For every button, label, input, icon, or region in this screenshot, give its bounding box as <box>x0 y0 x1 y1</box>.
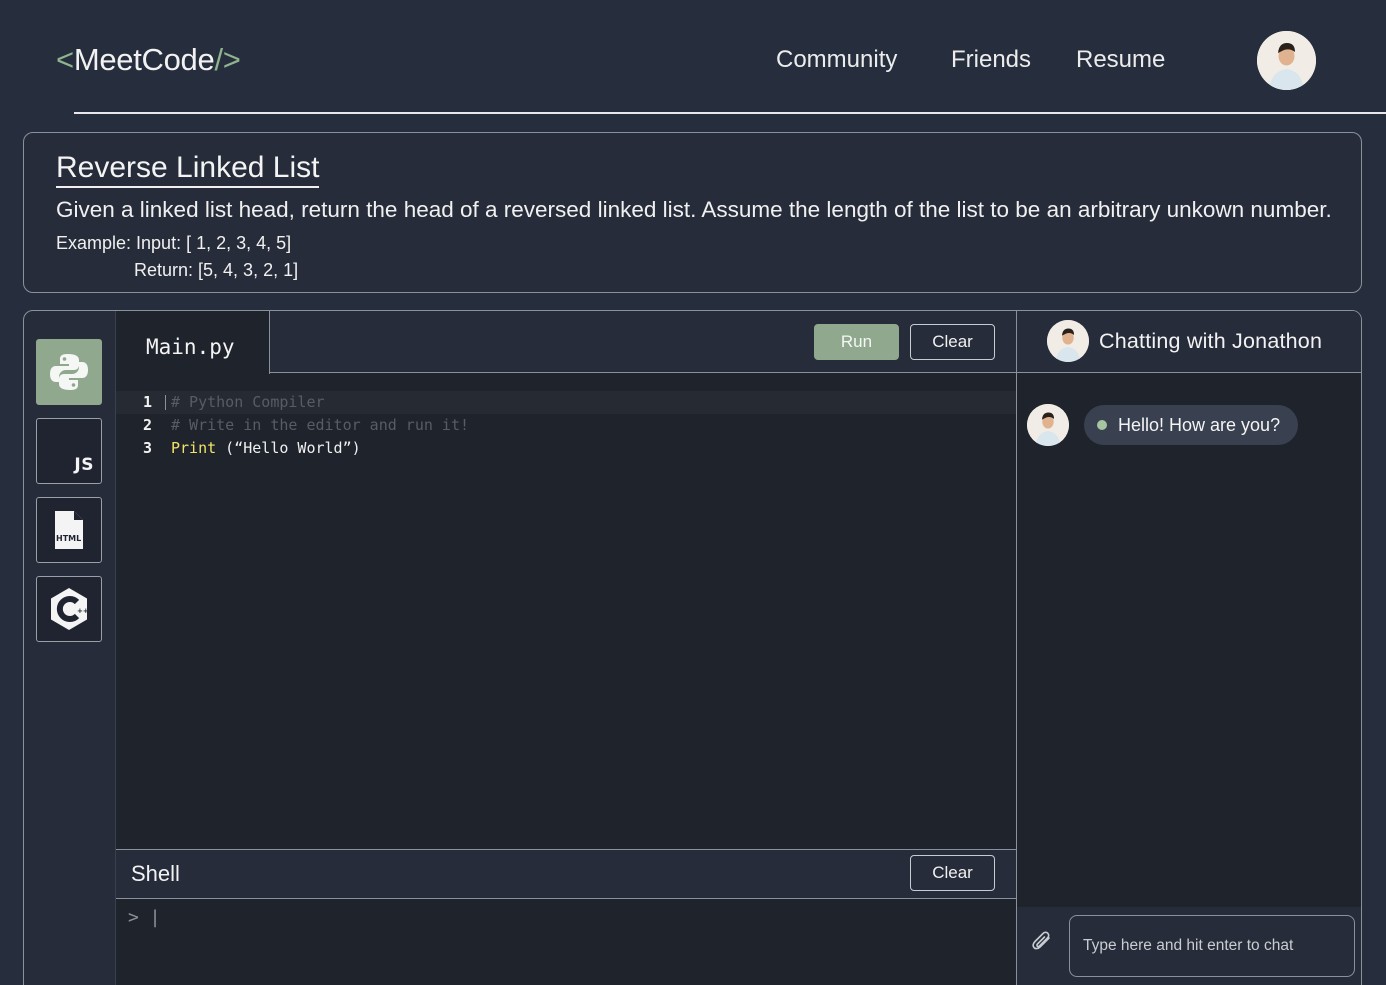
user-avatar[interactable] <box>1257 31 1316 90</box>
chat-partner-avatar[interactable] <box>1047 320 1089 362</box>
problem-example-return: Return: [5, 4, 3, 2, 1] <box>134 260 299 280</box>
editor-toolbar: Main.py Run Clear <box>116 311 1016 374</box>
svg-text:++: ++ <box>77 607 89 615</box>
code-line: 2 # Write in the editor and run it! <box>116 414 1016 437</box>
shell-output[interactable]: > | <box>116 899 1016 985</box>
js-icon: JS <box>74 455 94 475</box>
code-args: (“Hello World”) <box>216 439 361 457</box>
html-icon: HTML <box>56 534 82 543</box>
line-number: 1 <box>142 393 152 411</box>
file-tab-main[interactable]: Main.py <box>116 311 270 374</box>
header-divider <box>74 112 1386 114</box>
problem-card: Reverse Linked List Given a linked list … <box>23 132 1362 293</box>
clear-shell-button[interactable]: Clear <box>910 855 995 891</box>
cpp-icon: ++ <box>51 588 89 630</box>
online-status-dot <box>1097 420 1107 430</box>
chat-panel: Chatting with Jonathon Hello! How are yo… <box>1016 311 1361 985</box>
chat-message: Hello! How are you? <box>1084 405 1299 445</box>
chat-title: Chatting with Jonathon <box>1099 329 1323 353</box>
language-python-button[interactable] <box>36 339 102 405</box>
language-selector: JS HTML ++ <box>24 311 115 985</box>
code-area[interactable]: 1 # Python Compiler 2 # Write in the edi… <box>116 391 1016 460</box>
problem-description: Given a linked list head, return the hea… <box>56 197 1332 222</box>
clear-editor-button[interactable]: Clear <box>910 324 995 360</box>
chat-header: Chatting with Jonathon <box>1017 311 1361 373</box>
line-number: 3 <box>142 439 152 457</box>
problem-example-input: Example: Input: [ 1, 2, 3, 4, 5] <box>56 233 292 253</box>
shell-title: Shell <box>131 861 180 886</box>
nav-friends[interactable]: Friends <box>951 46 1031 74</box>
language-javascript-button[interactable]: JS <box>36 418 102 484</box>
html-file-icon <box>55 511 83 549</box>
chat-input[interactable] <box>1069 915 1355 977</box>
code-line: 1 # Python Compiler <box>116 391 1016 414</box>
python-icon <box>50 354 88 390</box>
code-statement: Print (“Hello World”) <box>171 437 361 460</box>
paperclip-icon[interactable] <box>1029 929 1055 960</box>
chat-message-text: Hello! How are you? <box>1118 415 1281 435</box>
nav-community[interactable]: Community <box>776 46 897 74</box>
code-comment: # Python Compiler <box>171 393 325 411</box>
message-avatar <box>1027 404 1069 446</box>
code-editor: Main.py Run Clear 1 # Python Compiler 2 … <box>115 311 1016 985</box>
language-html-button[interactable]: HTML <box>36 497 102 563</box>
shell-header: Shell Clear <box>116 849 1016 899</box>
logo-bracket-close: /> <box>214 42 241 77</box>
chat-composer <box>1017 907 1361 985</box>
code-line: 3 Print (“Hello World”) <box>116 437 1016 460</box>
logo-bracket-open: < <box>56 42 74 77</box>
nav-resume[interactable]: Resume <box>1076 46 1165 74</box>
language-cpp-button[interactable]: ++ <box>36 576 102 642</box>
run-button[interactable]: Run <box>814 324 899 360</box>
app-logo[interactable]: <MeetCode/> <box>56 42 241 78</box>
file-tab-label: Main.py <box>146 335 235 359</box>
code-keyword: Print <box>171 439 217 457</box>
shell-prompt: > | <box>128 907 161 928</box>
text-cursor <box>165 395 166 410</box>
logo-text: MeetCode <box>73 42 215 77</box>
code-comment: # Write in the editor and run it! <box>171 416 470 434</box>
shell-prompt-symbol: > <box>128 907 139 928</box>
workspace-panel: JS HTML ++ Main.py Run Clear 1 # Python … <box>23 310 1362 985</box>
problem-title: Reverse Linked List <box>56 151 320 188</box>
line-number: 2 <box>142 416 152 434</box>
